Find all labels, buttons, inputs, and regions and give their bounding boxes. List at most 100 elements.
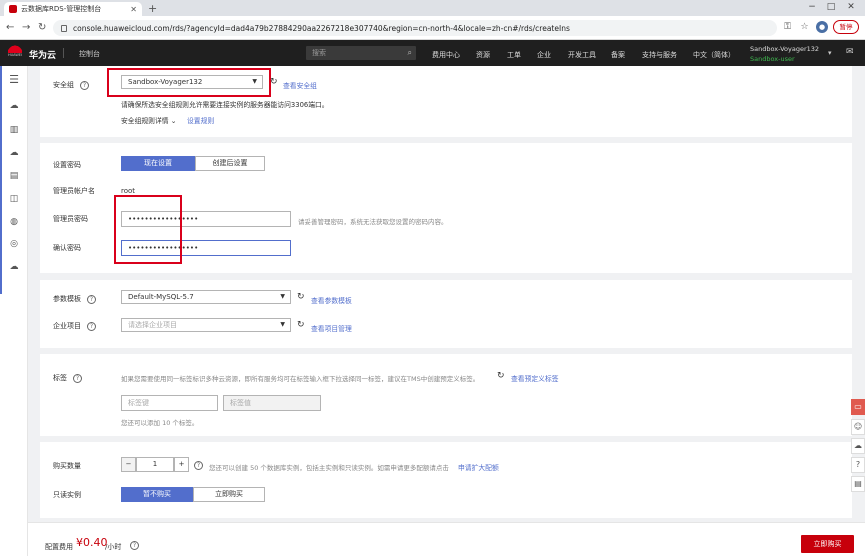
message-icon[interactable]: ✉	[846, 47, 854, 57]
quantity-decrease-button[interactable]: −	[121, 457, 136, 472]
dropdown-caret-icon: ▼	[280, 321, 285, 328]
refresh-icon[interactable]: ↻	[297, 320, 305, 330]
quantity-input[interactable]: 1	[136, 457, 174, 472]
huawei-petals-icon	[8, 43, 22, 53]
chevron-down-icon: ⌄	[170, 117, 177, 125]
cloud-storage-icon[interactable]: ☁	[8, 147, 20, 159]
buy-now-button[interactable]: 立即购买	[801, 535, 854, 553]
minimize-icon[interactable]: −	[807, 2, 817, 12]
tag-count-note: 您还可以添加 10 个标签。	[121, 419, 199, 427]
back-icon[interactable]: ←	[6, 22, 14, 33]
tags-label: 标签	[53, 374, 67, 382]
nav-filing[interactable]: 备案	[611, 50, 625, 60]
nav-enterprise[interactable]: 企业	[537, 50, 551, 60]
view-predefined-tags-link[interactable]: 查看预定义标签	[511, 373, 559, 383]
read-replica-label: 只读实例	[53, 491, 81, 499]
refresh-icon[interactable]: ↻	[497, 371, 505, 381]
nav-devtools[interactable]: 开发工具	[568, 50, 596, 60]
browser-tab-bar: 云数据库RDS-管理控制台 ✕ + − □ ✕	[0, 0, 865, 16]
nav-resources[interactable]: 资源	[476, 50, 490, 60]
help-icon[interactable]: ?	[87, 321, 96, 331]
refresh-icon[interactable]: ↻	[297, 292, 305, 302]
nav-fees[interactable]: 费用中心	[432, 50, 460, 60]
request-quota-link[interactable]: 申请扩大配额	[458, 462, 499, 472]
huawei-logo[interactable]: HUAWEI	[6, 43, 24, 63]
cloud-server-icon[interactable]: ☁	[8, 100, 20, 112]
fee-label: 配置费用	[45, 543, 73, 551]
brand-name[interactable]: 华为云	[29, 48, 56, 61]
maximize-icon[interactable]: □	[826, 2, 836, 12]
security-group-label: 安全组	[53, 81, 74, 89]
chat-icon[interactable]: ☺	[851, 419, 865, 435]
enterprise-project-select[interactable]: 请选择企业项目 ▼	[121, 318, 291, 332]
nav-tickets[interactable]: 工单	[507, 50, 521, 60]
cloud-icon[interactable]: ☁	[851, 438, 865, 454]
search-icon[interactable]: ⌕	[408, 46, 412, 60]
document-icon[interactable]: ▤	[8, 170, 20, 182]
cloud-database-icon[interactable]: ☁	[8, 261, 20, 273]
refresh-icon[interactable]: ↻	[270, 77, 278, 87]
url-field[interactable]: console.huaweicloud.com/rds/?agencyId=da…	[53, 20, 777, 36]
view-project-management-link[interactable]: 查看项目管理	[311, 323, 352, 333]
package-icon[interactable]: ◫	[8, 193, 20, 205]
menu-icon[interactable]: ☰	[8, 74, 20, 86]
user-menu[interactable]: Sandbox-Voyager132 Sandbox-user	[750, 44, 819, 64]
tags-section: 标签? 如果您需要使用同一标签标识多种云资源，即所有服务均可在标签输入框下拉选择…	[40, 354, 852, 436]
rules-detail-toggle[interactable]: 安全组规则详情 ⌄	[121, 115, 176, 125]
view-security-group-link[interactable]: 查看安全组	[283, 80, 317, 90]
parameter-template-select[interactable]: Default-MySQL-5.7 ▼	[121, 290, 291, 304]
rack-icon[interactable]: ▥	[8, 124, 20, 136]
set-password-label: 设置密码	[53, 161, 81, 169]
confirm-password-label: 确认密码	[53, 244, 81, 252]
help-icon[interactable]: ?	[194, 461, 203, 470]
forward-icon[interactable]: →	[22, 22, 30, 33]
help-icon[interactable]: ?	[851, 457, 865, 473]
view-parameter-template-link[interactable]: 查看参数模板	[311, 295, 352, 305]
tags-description: 如果您需要使用同一标签标识多种云资源，即所有服务均可在标签输入框下拉选择同一标签…	[121, 375, 480, 383]
port-note: 请确保所选安全组规则允许需要连接实例的服务器能访问3306端口。	[121, 101, 329, 109]
quantity-label: 购买数量	[53, 462, 81, 470]
price-unit: /小时	[105, 543, 122, 551]
header-search-input[interactable]: 搜索 ⌕	[306, 46, 416, 60]
reload-icon[interactable]: ↻	[38, 22, 46, 33]
buy-now-tab[interactable]: 立即购买	[193, 487, 265, 502]
tag-value-input[interactable]: 标签值	[223, 395, 321, 411]
quota-note: 您还可以创建 50 个数据库实例，包括主实例和只读实例。如需申请更多配额请点击	[209, 464, 449, 472]
url-text: console.huaweicloud.com/rds/?agencyId=da…	[73, 23, 570, 33]
quantity-increase-button[interactable]: +	[174, 457, 189, 472]
network-icon[interactable]: ◎	[8, 238, 20, 250]
help-icon[interactable]: ?	[130, 541, 139, 550]
set-later-tab[interactable]: 创建后设置	[195, 156, 265, 171]
pause-sync-button[interactable]: 暂停	[833, 20, 859, 34]
help-icon[interactable]: ?	[80, 80, 89, 90]
nav-support[interactable]: 支持与服务	[642, 50, 677, 60]
key-icon[interactable]: ⚿	[782, 22, 793, 33]
bottom-bar: 配置费用 ¥0.40 /小时 ?	[28, 522, 865, 556]
console-link[interactable]: 控制台	[79, 49, 100, 59]
globe-icon[interactable]: ◍	[8, 216, 20, 228]
star-icon[interactable]: ☆	[799, 22, 810, 33]
new-tab-icon[interactable]: +	[148, 2, 157, 15]
admin-account-label: 管理员帐户名	[53, 187, 95, 195]
purchase-section: 购买数量 − 1 + ? 您还可以创建 50 个数据库实例，包括主实例和只读实例…	[40, 442, 852, 518]
help-icon[interactable]: ?	[87, 294, 96, 304]
chevron-down-icon[interactable]: ▾	[828, 49, 832, 57]
password-hint: 请妥善管理密码，系统无法获取您设置的密码内容。	[298, 218, 448, 226]
set-now-tab[interactable]: 现在设置	[121, 156, 195, 171]
tag-key-input[interactable]: 标签键	[121, 395, 218, 411]
security-group-highlight	[107, 68, 271, 97]
feedback-icon[interactable]: ▭	[851, 399, 865, 415]
sidebar-accent	[0, 66, 2, 294]
no-purchase-tab[interactable]: 暂不购买	[121, 487, 193, 502]
nav-language[interactable]: 中文（简体）	[693, 50, 735, 60]
close-window-icon[interactable]: ✕	[846, 2, 856, 12]
password-highlight	[114, 195, 182, 264]
notes-icon[interactable]: ▤	[851, 476, 865, 492]
help-icon[interactable]: ?	[73, 373, 82, 383]
browser-tab[interactable]: 云数据库RDS-管理控制台 ✕	[4, 2, 142, 16]
admin-account-value: root	[121, 187, 136, 195]
close-tab-icon[interactable]: ✕	[130, 5, 137, 14]
parameter-template-label: 参数模板	[53, 295, 81, 303]
profile-avatar[interactable]: ●	[816, 21, 828, 33]
set-rules-link[interactable]: 设置规则	[187, 115, 214, 125]
